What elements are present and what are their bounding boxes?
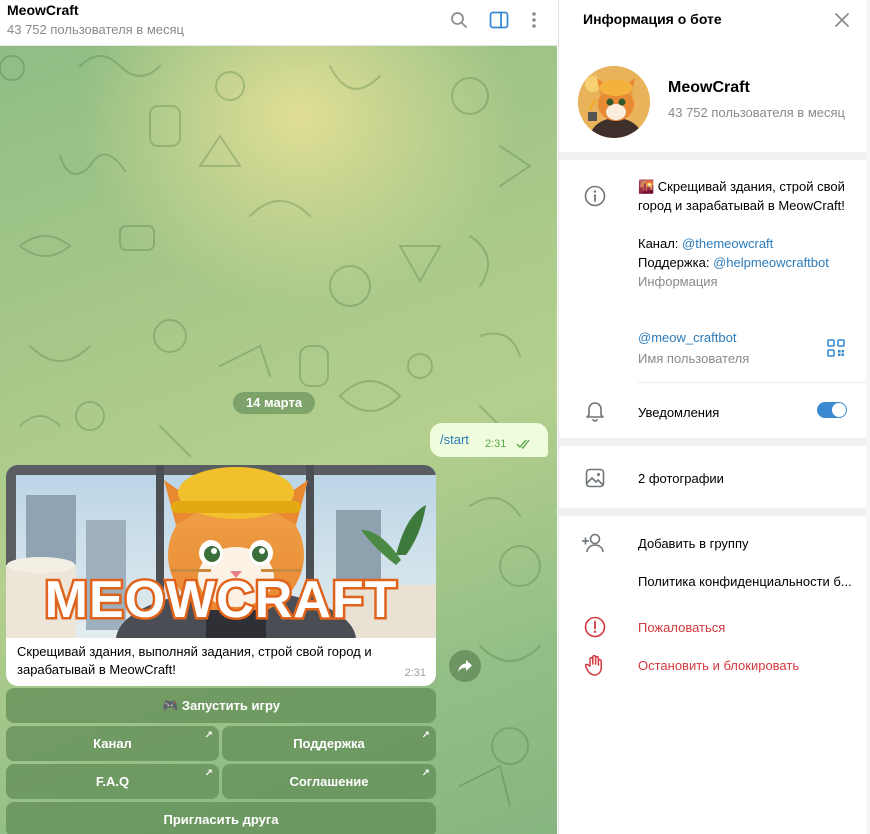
button-label: Пригласить друга — [163, 812, 279, 827]
bot-monthly-users: 43 752 пользователя в месяц — [668, 105, 845, 120]
chat-title[interactable]: MeowCraft — [7, 2, 79, 18]
add-user-icon — [581, 531, 605, 555]
faq-button[interactable]: F.A.Q ↗ — [6, 764, 219, 799]
message-time: 2:31 — [404, 667, 426, 679]
support-button[interactable]: Поддержка ↗ — [222, 726, 436, 761]
play-game-button[interactable]: 🎮 Запустить игру — [6, 688, 436, 723]
button-label: 🎮 Запустить игру — [162, 697, 280, 713]
share-icon — [458, 660, 472, 672]
photos-icon — [583, 466, 607, 490]
message-text[interactable]: Скрещивай здания, выполняй задания, стро… — [17, 643, 417, 679]
row-divider — [638, 382, 870, 383]
banner-logo-text: MEOWCRAFT — [45, 571, 398, 629]
button-label: Поддержка — [293, 736, 365, 751]
window-edge — [866, 0, 870, 834]
report-icon — [583, 615, 607, 639]
date-separator: 14 марта — [233, 392, 315, 414]
invite-friend-button[interactable]: Пригласить друга — [6, 802, 436, 834]
photos-link[interactable]: 2 фотографии — [638, 471, 724, 486]
external-link-icon: ↗ — [204, 730, 213, 741]
agreement-button[interactable]: Соглашение ↗ — [222, 764, 436, 799]
close-icon[interactable] — [831, 9, 853, 31]
bell-icon — [583, 399, 607, 423]
channel-link[interactable]: @themeowcraft — [682, 236, 773, 251]
qr-code-icon[interactable] — [824, 336, 848, 360]
bot-info-panel: Информация о боте MeowCraft 43 752 польз… — [558, 0, 870, 834]
report-button[interactable]: Пожаловаться — [638, 620, 725, 635]
privacy-policy-link[interactable]: Политика конфиденциальности б... — [638, 574, 852, 589]
support-line: Поддержка: @helpmeowcraftbot — [638, 255, 829, 270]
share-button[interactable] — [449, 650, 481, 682]
chat-header: MeowCraft 43 752 пользователя в месяц — [0, 0, 557, 46]
button-label: Соглашение — [289, 774, 369, 789]
notifications-label: Уведомления — [638, 405, 720, 420]
panel-title: Информация о боте — [583, 11, 722, 27]
chat-subtitle: 43 752 пользователя в месяц — [7, 22, 184, 37]
more-vertical-icon[interactable] — [521, 8, 547, 32]
double-check-icon — [516, 437, 534, 452]
button-label: F.A.Q — [95, 774, 130, 789]
external-link-icon: ↗ — [421, 768, 430, 779]
sidebar-toggle-icon[interactable] — [486, 8, 512, 32]
game-banner-image[interactable]: MEOWCRAFT — [6, 465, 436, 638]
username-link[interactable]: @meow_craftbot — [638, 330, 736, 345]
add-to-group-button[interactable]: Добавить в группу — [638, 536, 749, 551]
bot-description: 🌇 Скрещивай здания, строй свой город и з… — [638, 177, 853, 291]
avatar[interactable] — [578, 66, 650, 138]
external-link-icon: ↗ — [421, 730, 430, 741]
bot-name: MeowCraft — [668, 79, 750, 96]
stop-and-block-button[interactable]: Остановить и блокировать — [638, 658, 799, 673]
channel-line: Канал: @themeowcraft — [638, 236, 774, 251]
message-text[interactable]: /start — [440, 432, 469, 447]
chat-panel: MeowCraft 43 752 пользователя в месяц 14… — [0, 0, 557, 834]
support-link[interactable]: @helpmeowcraftbot — [713, 255, 829, 270]
info-icon — [583, 184, 607, 208]
stop-hand-icon — [583, 653, 607, 677]
description-text: 🌇 Скрещивай здания, строй свой город и з… — [638, 179, 845, 213]
section-divider — [559, 438, 870, 446]
external-link-icon: ↗ — [204, 768, 213, 779]
button-label: Канал — [93, 736, 132, 751]
outgoing-message[interactable]: /start 2:31 — [430, 423, 548, 457]
username-caption: Имя пользователя — [638, 351, 750, 366]
search-icon[interactable] — [446, 8, 472, 32]
message-time: 2:31 — [485, 438, 507, 450]
section-divider — [559, 152, 870, 160]
notifications-toggle[interactable] — [817, 402, 847, 418]
channel-button[interactable]: Канал ↗ — [6, 726, 219, 761]
section-divider — [559, 508, 870, 516]
chat-background: 14 марта /start 2:31 MEOWCRAFT Скрещивай… — [0, 46, 557, 834]
bot-message[interactable]: MEOWCRAFT Скрещивай здания, выполняй зад… — [6, 465, 436, 686]
info-caption: Информация — [638, 274, 718, 289]
